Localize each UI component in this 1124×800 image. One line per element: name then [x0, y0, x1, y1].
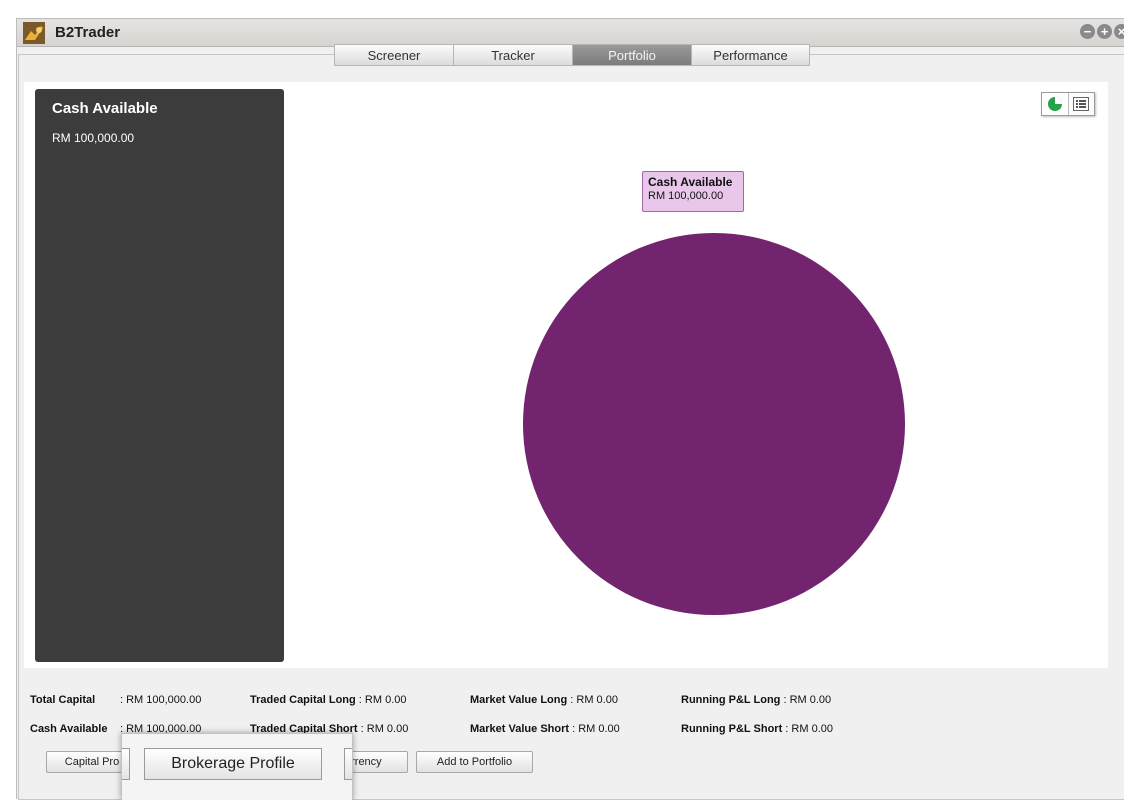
- summary-cash-available: Cash Available : RM 100,000.00: [30, 723, 202, 735]
- app-title: B2Trader: [55, 24, 121, 41]
- maximize-icon[interactable]: +: [1097, 24, 1112, 39]
- chart-view-toggle: [1041, 92, 1095, 116]
- summary-running-pl-long: Running P&L Long : RM 0.00: [681, 694, 832, 706]
- cash-available-panel: Cash Available RM 100,000.00: [35, 89, 284, 662]
- tab-screener[interactable]: Screener: [334, 44, 453, 66]
- cash-panel-value: RM 100,000.00: [52, 131, 135, 145]
- summary-market-value-long: Market Value Long : RM 0.00: [470, 694, 618, 706]
- summary-market-value-short: Market Value Short : RM 0.00: [470, 723, 620, 735]
- pie-tooltip: Cash Available RM 100,000.00: [642, 171, 744, 212]
- tooltip-title: Cash Available: [648, 175, 733, 189]
- close-icon[interactable]: ×: [1114, 24, 1124, 39]
- pie-chart-icon[interactable]: [1042, 93, 1069, 115]
- summary-total-capital: Total Capital : RM 100,000.00: [30, 694, 202, 706]
- pie-slice-0[interactable]: [523, 233, 905, 615]
- tab-performance[interactable]: Performance: [691, 44, 810, 66]
- zoom-neighbor-right: [344, 748, 352, 780]
- tooltip-value: RM 100,000.00: [648, 190, 724, 202]
- minimize-icon[interactable]: −: [1080, 24, 1095, 39]
- summary-traded-capital-long: Traded Capital Long : RM 0.00: [250, 694, 407, 706]
- zoom-magnifier: Brokerage Profile: [121, 733, 353, 800]
- portfolio-content: Cash Available RM 100,000.00 Cash Availa…: [24, 82, 1108, 668]
- cash-panel-title: Cash Available: [52, 100, 158, 117]
- main-tabs: Screener Tracker Portfolio Performance: [334, 44, 810, 66]
- add-to-portfolio-button[interactable]: Add to Portfolio: [416, 751, 533, 773]
- tab-portfolio[interactable]: Portfolio: [572, 44, 691, 66]
- list-icon[interactable]: [1069, 93, 1095, 115]
- brokerage-profile-button[interactable]: Brokerage Profile: [144, 748, 322, 780]
- zoom-neighbor-left: [122, 748, 130, 780]
- window-controls: − + ×: [1080, 24, 1124, 39]
- title-bar: B2Trader − + ×: [17, 19, 1124, 47]
- summary-running-pl-short: Running P&L Short : RM 0.00: [681, 723, 833, 735]
- portfolio-pie-chart: [523, 233, 905, 615]
- b2trader-logo-icon: [23, 22, 45, 44]
- tab-tracker[interactable]: Tracker: [453, 44, 572, 66]
